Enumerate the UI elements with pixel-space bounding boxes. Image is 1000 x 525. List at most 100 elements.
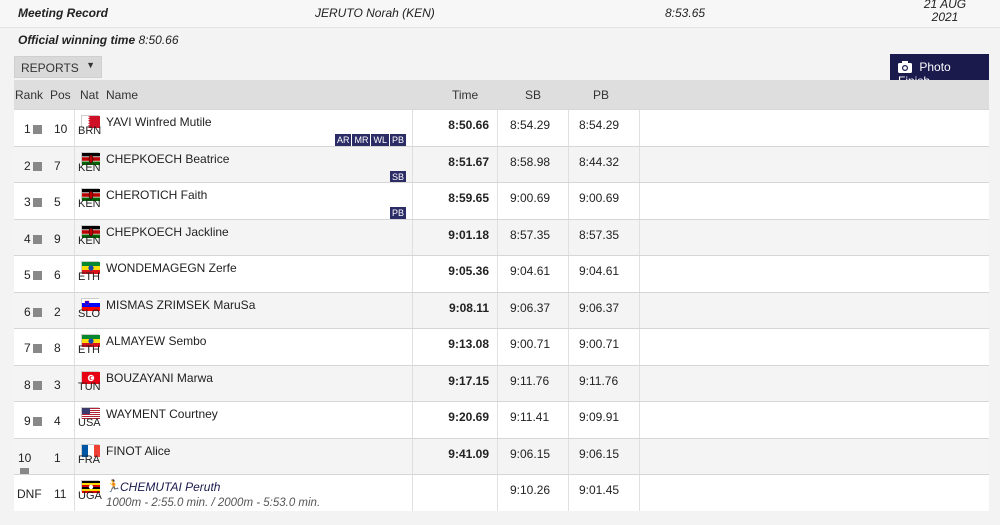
sb-cell: 9:06.37 [498,293,568,329]
rank-marker-icon [32,307,42,317]
sb-cell: 8:54.29 [498,110,568,146]
rank-value: 5 [24,268,42,282]
sb-value: 8:58.98 [510,154,551,169]
rank-marker-icon [32,380,42,390]
pb-cell: 9:04.61 [568,256,640,292]
time-value: 8:51.67 [448,154,489,169]
pos-cell: 3 [42,366,74,402]
athlete-name-link[interactable]: FINOT Alice [106,444,170,458]
athlete-name-link[interactable]: CHEPKOECH Beatrice [106,152,229,166]
rank-marker-icon [32,125,42,134]
athlete-name-link[interactable]: ALMAYEW Sembo [106,334,206,348]
pos-cell: 8 [42,329,74,365]
rank-marker-icon [32,234,42,244]
caret-down-icon: ▼ [86,60,95,70]
nat-code: ETH [78,271,100,283]
time-value: 8:50.66 [448,118,489,132]
result-row: 3 5 KEN CHEROTICH Faith PB 8:59.65 9:00.69 9:00… [14,182,989,219]
rank-value: 7 [24,341,42,355]
nat-code: SLO [78,307,101,320]
runner-icon: 🏃 [106,479,121,493]
photo-finish-button[interactable]: Photo Finish [890,54,989,88]
rank-value: 6 [24,305,42,319]
rank-value: 1 [24,122,42,136]
rank-cell: 7 [14,329,42,365]
rank-number: 1 [24,122,31,136]
athlete-name-link[interactable]: CHEROTICH Faith [106,188,207,202]
official-winning-time: Official winning time 8:50.66 [18,33,179,47]
rank-number: 10 [18,450,32,465]
sb-value: 9:11.76 [510,373,550,388]
result-row: 10 1 FRA FINOT Alice 9:41.09 9:06.15 9:06.15 [14,437,989,477]
pos-cell: 2 [42,293,74,329]
sb-cell: 8:57.35 [498,220,568,256]
record-date-year: 2021 [931,10,959,24]
pb-value: 9:06.37 [579,300,620,315]
reports-dropdown-button[interactable]: REPORTS ▼ [14,56,102,78]
sb-value: 9:00.69 [510,191,551,205]
result-row: 7 8 ETH ALMAYEW Sembo 9:13.08 9:00.71 9:00.71 [14,328,989,365]
badge: PB [389,207,406,219]
pos-cell: 10 [42,110,74,146]
sb-cell: 8:58.98 [498,147,568,183]
header-pb: PB [593,88,610,102]
badge: MR [352,134,371,146]
split-times: 1000m - 2:55.0 min. / 2000m - 5:53.0 min… [106,497,321,509]
nat-code: KEN [78,161,101,174]
pos-value: 4 [54,414,61,428]
time-value: 9:17.15 [448,373,489,388]
pos-value: 3 [54,377,61,392]
sb-value: 8:57.35 [510,227,551,242]
athlete-name-link[interactable]: MISMAS ZRIMSEK MaruSa [106,298,255,312]
athlete-cell: FRA FINOT Alice [74,438,412,474]
badge: AR [334,134,352,146]
official-value: 8:50.66 [138,33,179,47]
record-holder: JERUTO Norah (KEN) [315,6,435,20]
result-row: 4 9 KEN CHEPKOECH Jackline 9:01.18 8:57.35 8:5… [14,218,989,256]
record-label: Meeting Record [18,6,109,20]
athlete-name-link[interactable]: CHEPKOECH Jackline [106,225,229,239]
badge: WL [371,134,389,146]
pos-value: 7 [54,158,61,173]
athlete-name-link[interactable]: WAYMENT Courtney [106,407,218,421]
rank-number: 9 [24,414,31,428]
athlete-name-link[interactable]: CHEMUTAI Peruth [120,480,220,494]
rank-value: 3 [24,195,42,209]
sb-cell: 9:04.61 [498,256,568,292]
time-value: 9:08.11 [448,300,489,315]
pb-cell: 9:00.69 [568,183,640,219]
athlete-cell: ETH WONDEMAGEGN Zerfe [74,256,412,292]
nat-code: ETH [78,344,100,356]
header-sb: SB [525,88,542,102]
rank-marker-icon [32,271,42,280]
camera-icon [898,61,912,73]
rank-cell: 2 [14,147,42,183]
pb-value: 9:11.76 [579,373,619,388]
sb-cell: 9:11.41 [498,402,568,438]
athlete-cell: TUN BOUZAYANI Marwa [74,365,412,401]
rank-marker-icon [32,161,42,171]
pb-value: 9:00.69 [579,191,620,205]
record-time: 8:53.65 [665,6,706,20]
record-badges: AR MR WL PB [334,132,406,146]
nat-code: UGA [78,490,102,502]
pb-cell: 9:09.91 [568,402,640,438]
reports-label: REPORTS [21,61,79,75]
sb-value: 9:10.26 [510,483,551,497]
athlete-name-link[interactable]: YAVI Winfred Mutile [106,115,212,129]
pb-value: 8:54.29 [579,118,620,132]
sb-value: 9:06.15 [510,446,551,461]
athlete-name-link[interactable]: BOUZAYANI Marwa [106,371,213,385]
result-row-dnf: DNF 11 UGA 🏃 CHEMUTAI Peruth 1000m - 2:55.0 m… [14,474,989,511]
table-body: 1 10 BRN YAVI Winfred Mutile AR MR WL PB 8:50.66… [14,109,989,511]
pos-value: 5 [54,195,61,209]
rank-number: 4 [24,231,31,246]
sb-cell: 9:11.76 [498,366,568,402]
athlete-cell: BRN YAVI Winfred Mutile AR MR WL PB [74,110,412,146]
result-row: 9 4 USA WAYMENT Courtney 9:20.69 9:11.41 9:09.… [14,401,989,438]
pb-value: 9:09.91 [579,410,620,424]
header-nat: Nat [80,88,99,102]
athlete-name-link[interactable]: WONDEMAGEGN Zerfe [106,261,237,275]
sb-value: 9:00.71 [510,337,551,351]
rank-value: 9 [24,414,42,428]
